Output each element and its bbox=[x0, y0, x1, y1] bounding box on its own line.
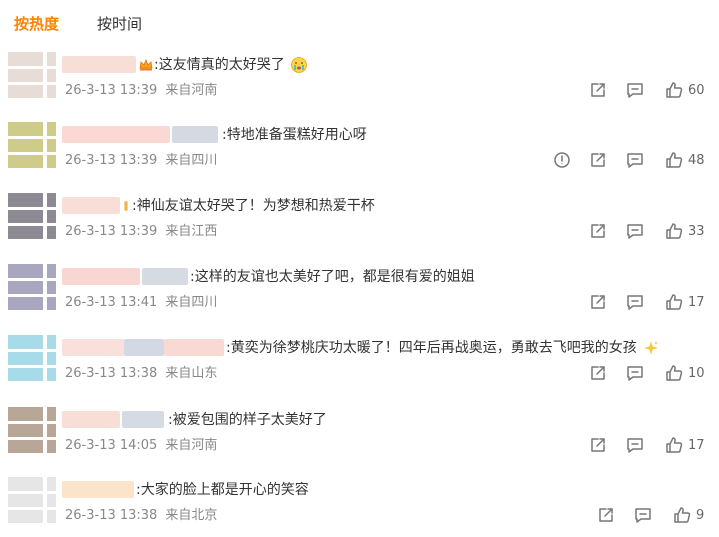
avatar[interactable] bbox=[8, 477, 56, 523]
like-count: 60 bbox=[688, 83, 705, 98]
blurred-username[interactable] bbox=[62, 56, 136, 73]
comment-item: :这样的友谊也太美好了吧，都是很有爱的姐姐 26-3-13 13:41 来自四川 … bbox=[0, 262, 719, 332]
comment-timestamp: 26-3-13 13:39 bbox=[65, 153, 158, 168]
sparkle-emoji-icon bbox=[642, 339, 660, 361]
blurred-username[interactable] bbox=[62, 339, 124, 356]
blurred-username[interactable] bbox=[142, 268, 188, 285]
comment-item: :神仙友谊太好哭了！为梦想和热爱干杯 26-3-13 13:39 来自江西 33 bbox=[0, 191, 719, 261]
comment-meta: 26-3-13 13:38 来自山东 bbox=[65, 365, 217, 383]
comment-icon[interactable] bbox=[625, 435, 645, 455]
comment-meta: 26-3-13 14:05 来自河南 bbox=[65, 437, 217, 455]
comment-item: :黄奕为徐梦桃庆功太暖了！四年后再战奥运，勇敢去飞吧我的女孩 26-3-13 1… bbox=[0, 333, 719, 403]
comment-timestamp: 26-3-13 13:38 bbox=[65, 508, 158, 523]
comment-text: :这样的友谊也太美好了吧，都是很有爱的姐姐 bbox=[190, 269, 475, 285]
comment-icon[interactable] bbox=[625, 363, 645, 383]
avatar[interactable] bbox=[8, 407, 56, 453]
cry-emoji-icon bbox=[290, 56, 308, 78]
like-icon[interactable] bbox=[664, 435, 684, 455]
comment-text: :这友情真的太好哭了 bbox=[154, 57, 285, 73]
blurred-username[interactable] bbox=[62, 126, 170, 143]
blurred-username[interactable] bbox=[62, 268, 140, 285]
comment-meta: 26-3-13 13:39 来自江西 bbox=[65, 223, 217, 241]
comment-text: :被爱包围的样子太美好了 bbox=[168, 412, 327, 428]
report-icon[interactable] bbox=[552, 150, 572, 170]
comment-meta: 26-3-13 13:38 来自北京 bbox=[65, 507, 217, 525]
comment-item: :特地准备蛋糕好用心呀 26-3-13 13:39 来自四川 48 bbox=[0, 120, 719, 190]
comment-location: 来自四川 bbox=[165, 295, 218, 310]
share-icon[interactable] bbox=[596, 505, 616, 525]
comment-icon[interactable] bbox=[625, 221, 645, 241]
share-icon[interactable] bbox=[588, 80, 608, 100]
like-count: 48 bbox=[688, 153, 705, 168]
comment-timestamp: 26-3-13 13:41 bbox=[65, 295, 158, 310]
comment-meta: 26-3-13 13:41 来自四川 bbox=[65, 294, 217, 312]
crown-badge-icon bbox=[138, 57, 154, 77]
avatar[interactable] bbox=[8, 122, 56, 168]
like-icon[interactable] bbox=[664, 80, 684, 100]
like-icon[interactable] bbox=[664, 150, 684, 170]
blurred-username[interactable] bbox=[62, 411, 120, 428]
comment-item: :被爱包围的样子太美好了 26-3-13 14:05 来自河南 17 bbox=[0, 405, 719, 475]
avatar[interactable] bbox=[8, 335, 56, 381]
blurred-username[interactable] bbox=[172, 126, 218, 143]
comment-location: 来自山东 bbox=[165, 366, 218, 381]
comment-location: 来自北京 bbox=[165, 508, 218, 523]
comment-icon[interactable] bbox=[625, 150, 645, 170]
comment-location: 来自四川 bbox=[165, 153, 218, 168]
comment-location: 来自河南 bbox=[165, 83, 218, 98]
like-count: 33 bbox=[688, 224, 705, 239]
comment-icon[interactable] bbox=[633, 505, 653, 525]
like-count: 17 bbox=[688, 438, 705, 453]
share-icon[interactable] bbox=[588, 221, 608, 241]
tab-by-popularity[interactable]: 按热度 bbox=[14, 14, 59, 34]
comment-text: :大家的脸上都是开心的笑容 bbox=[136, 482, 309, 498]
like-icon[interactable] bbox=[664, 363, 684, 383]
like-count: 10 bbox=[688, 366, 705, 381]
comment-meta: 26-3-13 13:39 来自四川 bbox=[65, 152, 217, 170]
avatar[interactable] bbox=[8, 264, 56, 310]
like-count: 17 bbox=[688, 295, 705, 310]
badge-badge-icon bbox=[122, 198, 130, 218]
comment-timestamp: 26-3-13 13:39 bbox=[65, 224, 158, 239]
like-icon[interactable] bbox=[672, 505, 692, 525]
share-icon[interactable] bbox=[588, 150, 608, 170]
comment-timestamp: 26-3-13 13:39 bbox=[65, 83, 158, 98]
avatar[interactable] bbox=[8, 52, 56, 98]
blurred-username[interactable] bbox=[122, 411, 164, 428]
comment-icon[interactable] bbox=[625, 80, 645, 100]
comment-icon[interactable] bbox=[625, 292, 645, 312]
like-icon[interactable] bbox=[664, 292, 684, 312]
comment-meta: 26-3-13 13:39 来自河南 bbox=[65, 82, 217, 100]
like-icon[interactable] bbox=[664, 221, 684, 241]
share-icon[interactable] bbox=[588, 435, 608, 455]
comment-item: :大家的脸上都是开心的笑容 26-3-13 13:38 来自北京 9 bbox=[0, 475, 719, 537]
blurred-username[interactable] bbox=[164, 339, 224, 356]
share-icon[interactable] bbox=[588, 363, 608, 383]
comment-text: :黄奕为徐梦桃庆功太暖了！四年后再战奥运，勇敢去飞吧我的女孩 bbox=[226, 340, 637, 356]
tab-by-time[interactable]: 按时间 bbox=[97, 14, 142, 34]
comment-location: 来自河南 bbox=[165, 438, 218, 453]
blurred-username[interactable] bbox=[62, 197, 120, 214]
comment-location: 来自江西 bbox=[165, 224, 218, 239]
blurred-username[interactable] bbox=[124, 339, 164, 356]
comment-timestamp: 26-3-13 13:38 bbox=[65, 366, 158, 381]
comment-text: :神仙友谊太好哭了！为梦想和热爱干杯 bbox=[132, 198, 375, 214]
like-count: 9 bbox=[696, 508, 705, 523]
avatar[interactable] bbox=[8, 193, 56, 239]
comment-text: :特地准备蛋糕好用心呀 bbox=[222, 127, 367, 143]
comment-timestamp: 26-3-13 14:05 bbox=[65, 438, 158, 453]
share-icon[interactable] bbox=[588, 292, 608, 312]
blurred-username[interactable] bbox=[62, 481, 134, 498]
comment-item: :这友情真的太好哭了 26-3-13 13:39 来自河南 60 bbox=[0, 50, 719, 120]
